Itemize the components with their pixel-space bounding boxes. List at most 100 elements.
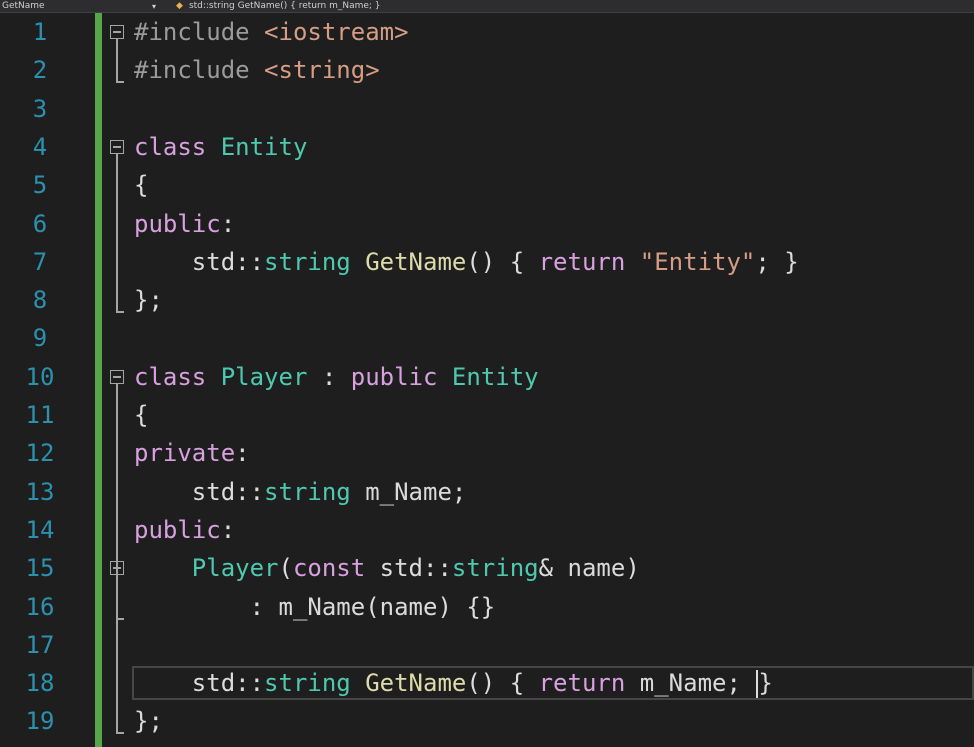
code-line[interactable]: std::string m_Name; [134,473,467,511]
line-number: 4 [32,132,48,161]
line-number: 10 [25,362,55,391]
code-token: GetName [365,247,467,276]
code-token: }; [134,286,163,315]
code-token: return [538,669,626,698]
code-token: private [134,439,236,468]
line-number: 17 [25,630,55,659]
code-token: () { [466,669,539,698]
line-number: 8 [32,286,48,315]
code-line[interactable]: Player(const std::string& name) [134,549,640,587]
code-line[interactable]: class Player : public Entity [134,358,539,396]
line-number: 12 [25,439,55,468]
member-dropdown[interactable]: std::string GetName() { return m_Name; } [189,1,381,11]
code-token: public [134,515,221,544]
fold-guide [116,39,118,82]
line-number: 15 [25,554,55,583]
code-token: ( [278,554,293,583]
code-line[interactable]: { [134,396,148,434]
code-token: } [758,669,773,698]
line-number: 18 [25,669,55,698]
code-token: #include [134,56,250,85]
code-token: : [220,209,236,238]
fold-end [116,81,124,84]
code-token: { [134,171,149,200]
code-token: Player [220,362,308,391]
code-token: std:: [134,247,265,276]
code-token: public [350,362,438,391]
code-token: ) [625,554,640,583]
code-line[interactable]: private: [134,434,250,472]
code-token: "Entity" [639,247,756,276]
line-number: 16 [25,592,55,621]
code-token: std:: [134,477,265,506]
code-token: : [235,439,250,468]
code-token: string [451,554,539,583]
code-line[interactable]: }; [134,702,163,740]
code-line[interactable]: class Entity [134,128,307,166]
code-token: string [264,669,351,698]
chevron-down-icon[interactable]: ▾ [152,2,156,11]
code-line[interactable]: std::string GetName() { return m_Name; } [134,664,773,702]
code-token: #include [134,18,250,46]
fold-guide [116,383,118,733]
collapse-icon[interactable] [110,561,124,576]
line-number: 3 [32,94,48,123]
navigation-bar: GetName ▾ ◆ std::string GetName() { retu… [0,0,974,13]
method-icon: ◆ [176,1,183,11]
fold-guide [116,575,118,618]
code-line[interactable]: public: [134,511,235,549]
collapse-icon[interactable] [110,139,124,154]
line-number: 11 [25,401,55,429]
code-token: return [538,247,626,276]
code-line[interactable]: { [134,166,148,204]
code-token: ; [451,477,467,506]
code-editor[interactable]: 1 2 3 4 5 6 7 8 9 10 11 12 13 14 15 16 17 18 19 #include <i… [0,13,974,747]
code-token: m_Name [639,669,727,698]
line-number: 6 [32,209,48,238]
code-line[interactable]: }; [134,281,163,319]
code-line[interactable]: : m_Name(name) {} [134,588,496,626]
code-token: const [292,554,366,583]
code-line[interactable]: #include <iostream> [134,13,409,51]
code-line[interactable]: public: [134,205,235,243]
code-token: name [379,592,438,621]
code-token: }; [134,707,163,736]
code-token: ( [365,592,380,621]
code-token: <string> [264,56,380,85]
code-line[interactable]: std::string GetName() { return "Entity";… [134,243,799,281]
code-token: class [134,132,207,161]
collapse-icon[interactable] [110,369,124,384]
code-token: m_Name [365,477,452,506]
code-token: class [134,362,207,391]
code-token: Entity [220,132,308,161]
code-token: () { [466,247,539,276]
line-number: 7 [32,247,48,276]
code-line[interactable]: #include <string> [134,51,380,89]
code-token: { [134,401,149,429]
code-token: m_Name [278,592,366,621]
line-number: 5 [32,171,48,200]
code-token: & [538,554,568,583]
code-token: GetName [365,669,467,698]
change-tracking-bar [95,13,102,747]
scope-dropdown[interactable]: GetName [0,1,152,11]
line-number: 2 [32,56,48,85]
code-token: Player [191,554,279,583]
code-token: : [220,515,236,544]
code-token: Entity [451,362,539,391]
fold-guide [116,153,118,312]
code-token: name [567,554,626,583]
collapse-icon[interactable] [110,25,124,39]
fold-end [116,311,124,314]
code-token: string [264,247,351,276]
fold-end [116,732,124,735]
code-token: <iostream> [264,18,409,46]
